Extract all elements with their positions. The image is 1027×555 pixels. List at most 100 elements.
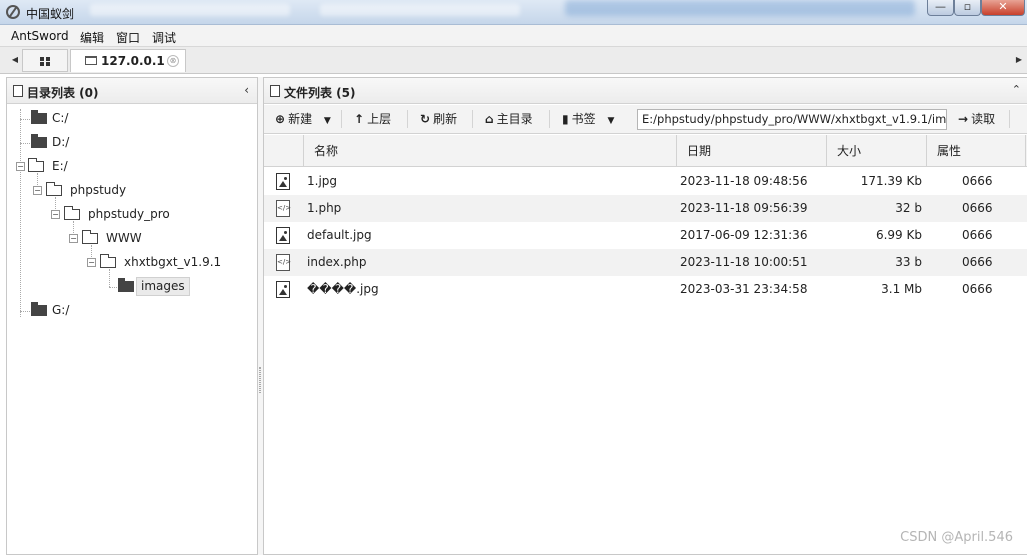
tree-node-phpstudy[interactable]: − phpstudy <box>7 181 257 201</box>
file-size: 33 b <box>895 255 922 269</box>
home-button[interactable]: ⌂ 主目录 <box>485 109 533 129</box>
column-name[interactable]: 名称 <box>303 135 676 167</box>
image-file-icon <box>276 227 290 244</box>
read-button[interactable]: → 读取 <box>958 109 995 129</box>
tree-node-e[interactable]: − E:/ <box>7 157 257 177</box>
tree-node-phpstudy-pro[interactable]: − phpstudy_pro <box>7 205 257 225</box>
refresh-icon: ↻ <box>420 112 431 126</box>
column-attributes[interactable]: 属性 <box>926 135 1026 167</box>
minimize-button[interactable]: — <box>927 0 954 16</box>
table-row[interactable]: </> 1.php 2023-11-18 09:56:39 32 b 0666 <box>264 195 1027 222</box>
drag-handle-icon <box>259 367 261 393</box>
image-file-icon <box>276 173 290 190</box>
grid-icon <box>40 62 44 66</box>
file-name: default.jpg <box>307 228 372 242</box>
home-button-label: 主目录 <box>496 112 533 126</box>
bookmark-icon: ▮ <box>562 112 569 126</box>
tree-node-label: images <box>136 277 190 296</box>
file-date: 2023-11-18 10:00:51 <box>680 255 808 269</box>
table-row[interactable]: ����.jpg 2023-03-31 23:34:58 3.1 Mb 0666 <box>264 276 1027 303</box>
folder-open-icon <box>82 230 98 244</box>
tab-home-grid[interactable] <box>22 49 68 72</box>
plus-circle-icon: ⊕ <box>275 112 286 126</box>
watermark: CSDN @April.546 <box>900 530 1013 545</box>
file-permissions: 0666 <box>962 228 993 242</box>
collapse-toggle-icon[interactable]: − <box>51 210 60 219</box>
grid-icon <box>46 57 50 61</box>
caret-down-icon: ▼ <box>323 116 331 126</box>
file-name: index.php <box>307 255 367 269</box>
tree-node-xhxtbgxt[interactable]: − xhxtbgxt_v1.9.1 <box>7 253 257 273</box>
tree-node-label: xhxtbgxt_v1.9.1 <box>124 255 222 269</box>
collapse-toggle-icon[interactable]: − <box>33 186 42 195</box>
bookmark-button[interactable]: ▮ 书签 ▼ <box>562 109 614 129</box>
file-permissions: 0666 <box>962 255 993 269</box>
table-row[interactable]: default.jpg 2017-06-09 12:31:36 6.99 Kb … <box>264 222 1027 249</box>
tree-node-d[interactable]: D:/ <box>7 133 257 153</box>
table-row[interactable]: </> index.php 2023-11-18 10:00:51 33 b 0… <box>264 249 1027 276</box>
file-panel: 文件列表 (5) ⌃ ⊕ 新建 ▼ ↑ 上层 ↻ 刷新 ⌂ 主目录 ▮ 书签 ▼ E:/p… <box>263 77 1027 555</box>
grid-icon <box>46 62 50 66</box>
folder-closed-icon <box>31 110 47 124</box>
tree-node-c[interactable]: C:/ <box>7 109 257 129</box>
menu-debug[interactable]: 调试 <box>152 29 176 46</box>
tab-host-label: 127.0.0.1 <box>101 54 165 68</box>
arrow-up-icon: ↑ <box>354 112 365 126</box>
file-toolbar: ⊕ 新建 ▼ ↑ 上层 ↻ 刷新 ⌂ 主目录 ▮ 书签 ▼ E:/phpstudy/php… <box>264 105 1027 134</box>
collapse-toggle-icon[interactable]: − <box>16 162 25 171</box>
toolbar-separator <box>1009 110 1010 128</box>
menu-edit[interactable]: 编辑 <box>80 29 104 46</box>
menu-window[interactable]: 窗口 <box>116 29 140 46</box>
folder-closed-icon <box>31 302 47 316</box>
collapse-up-icon[interactable]: ⌃ <box>1012 83 1021 96</box>
read-button-label: 读取 <box>971 112 996 126</box>
file-name: ����.jpg <box>307 282 379 296</box>
blurred-tab <box>90 4 290 16</box>
maximize-button[interactable]: ▫ <box>954 0 981 16</box>
refresh-button[interactable]: ↻ 刷新 <box>420 109 457 129</box>
bookmark-button-label: 书签 <box>571 112 596 126</box>
file-panel-header: 文件列表 (5) ⌃ <box>264 78 1027 104</box>
folder-open-icon <box>64 206 80 220</box>
collapse-left-icon[interactable]: ‹ <box>244 83 249 97</box>
new-button[interactable]: ⊕ 新建 ▼ <box>275 109 331 129</box>
tab-host[interactable]: 127.0.0.1 ⊗ <box>70 49 186 72</box>
toolbar-separator <box>341 110 342 128</box>
tree-node-label: D:/ <box>52 135 70 149</box>
tab-scroll-left-icon[interactable]: ◀ <box>8 51 22 69</box>
file-permissions: 0666 <box>962 201 993 215</box>
document-icon <box>270 85 280 97</box>
tab-close-icon[interactable]: ⊗ <box>167 55 179 67</box>
menu-antsword[interactable]: AntSword <box>11 29 69 43</box>
up-button-label: 上层 <box>367 112 392 126</box>
up-button[interactable]: ↑ 上层 <box>354 109 391 129</box>
tab-scroll-right-icon[interactable]: ▶ <box>1012 51 1026 69</box>
close-window-button[interactable]: ✕ <box>981 0 1025 16</box>
caret-down-icon: ▼ <box>607 116 615 126</box>
tree-node-g[interactable]: G:/ <box>7 301 257 321</box>
path-input[interactable]: E:/phpstudy/phpstudy_pro/WWW/xhxtbgxt_v1… <box>637 109 947 130</box>
tree-node-label: E:/ <box>52 159 68 173</box>
column-date[interactable]: 日期 <box>676 135 826 167</box>
toolbar-separator <box>549 110 550 128</box>
tree-node-label: WWW <box>106 231 142 245</box>
column-size[interactable]: 大小 <box>826 135 926 167</box>
tree-node-images[interactable]: images <box>7 277 257 297</box>
tree-node-label: C:/ <box>52 111 69 125</box>
toolbar-separator <box>407 110 408 128</box>
title-bar: 中国蚁剑 — ▫ ✕ <box>0 0 1027 25</box>
tree-node-www[interactable]: − WWW <box>7 229 257 249</box>
collapse-toggle-icon[interactable]: − <box>87 258 96 267</box>
file-size: 32 b <box>895 201 922 215</box>
file-size: 6.99 Kb <box>875 228 922 242</box>
grid-icon <box>40 57 44 61</box>
collapse-toggle-icon[interactable]: − <box>69 234 78 243</box>
file-size: 171.39 Kb <box>860 174 922 188</box>
folder-open-icon <box>28 158 44 172</box>
file-panel-title: 文件列表 (5) <box>284 86 356 100</box>
toolbar-separator <box>472 110 473 128</box>
document-icon <box>13 85 23 97</box>
image-file-icon <box>276 281 290 298</box>
directory-panel: 目录列表 (0) ‹ C:/ D:/ − E:/ − phpstudy − ph… <box>6 77 258 555</box>
table-row[interactable]: 1.jpg 2023-11-18 09:48:56 171.39 Kb 0666 <box>264 168 1027 195</box>
